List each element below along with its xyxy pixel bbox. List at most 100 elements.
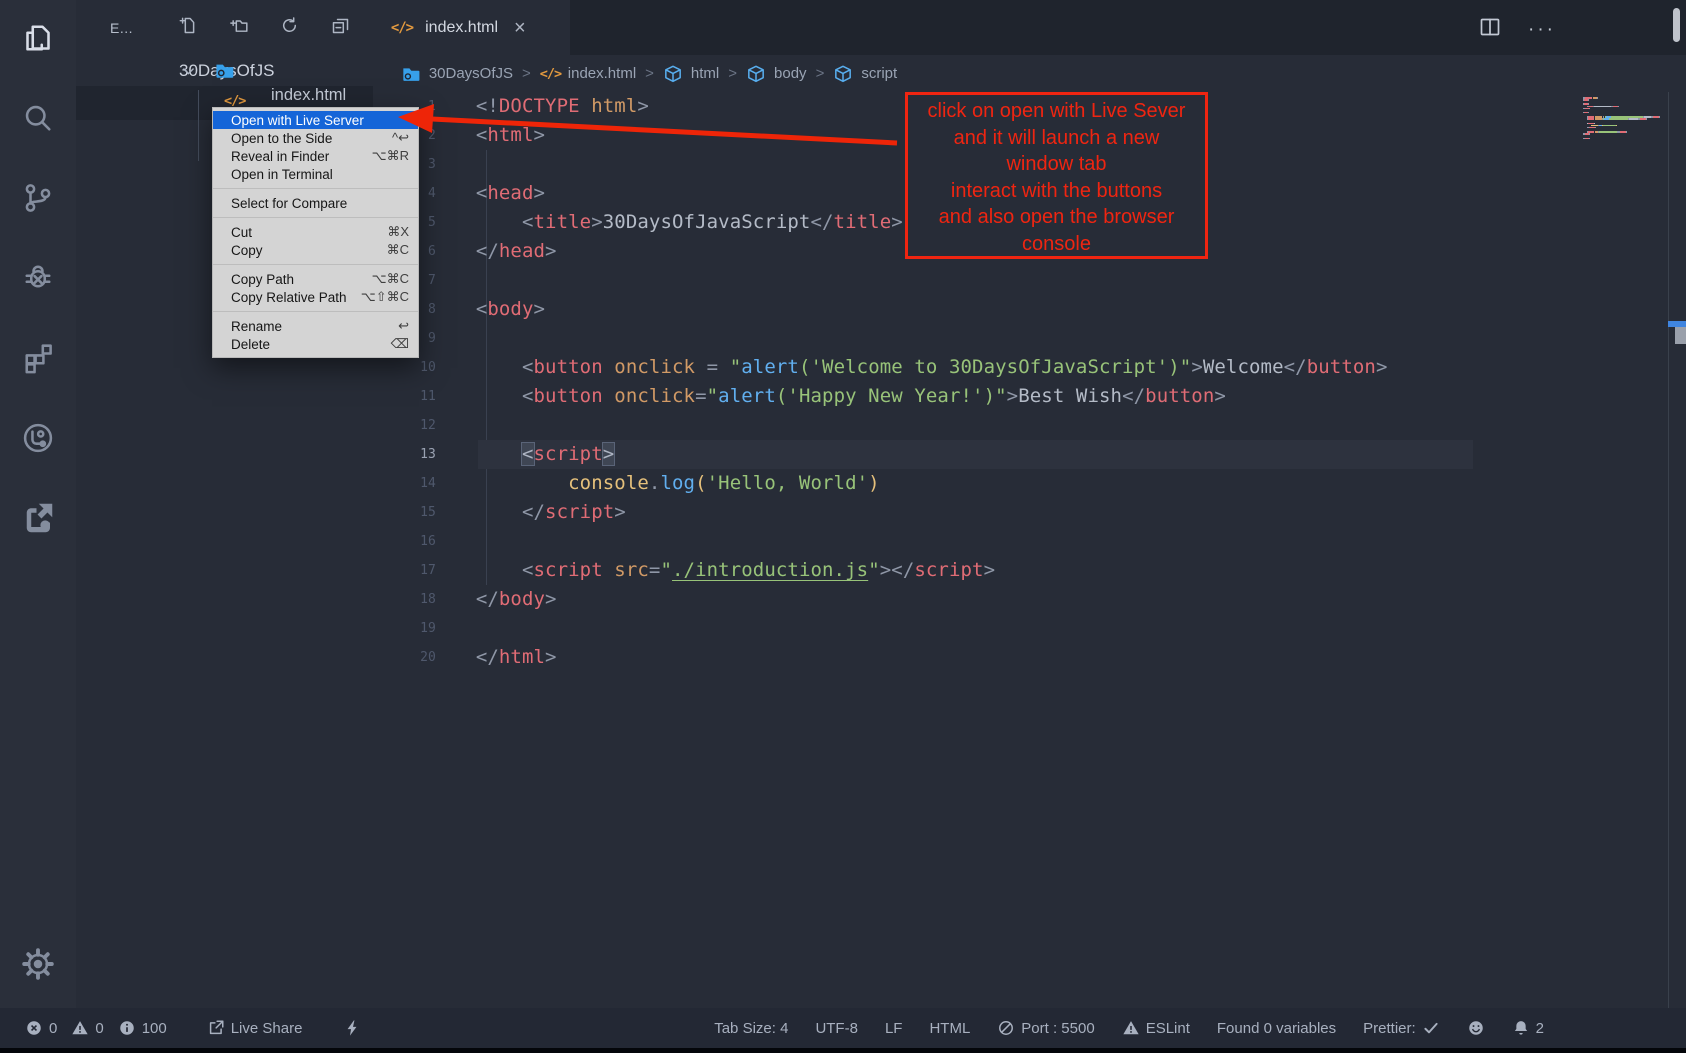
code-token: > (637, 95, 649, 117)
menu-item-shortcut: ^↩ (392, 130, 409, 146)
line-number[interactable]: 16 (373, 527, 436, 556)
menu-item-open-to-the-side[interactable]: Open to the Side^↩ (213, 129, 418, 147)
code-token: > (591, 211, 603, 233)
code-token: 'Hello, World' (707, 472, 869, 494)
code-line[interactable]: 10 <button onclick = "alert('Welcome to … (373, 353, 1686, 382)
close-icon[interactable]: × (514, 18, 526, 38)
share-arrow-icon[interactable] (16, 496, 60, 540)
status-label: HTML (929, 1020, 970, 1037)
status-item-prettier[interactable]: Prettier: (1363, 1019, 1440, 1037)
status-item-encoding[interactable]: UTF-8 (815, 1020, 858, 1037)
status-item-variables-found[interactable]: Found 0 variables (1217, 1020, 1336, 1037)
menu-separator (213, 311, 418, 312)
line-number[interactable]: 20 (373, 643, 436, 672)
export-icon (207, 1019, 225, 1037)
code-token: = (707, 356, 719, 378)
code-token: < (522, 385, 534, 407)
line-number[interactable]: 12 (373, 411, 436, 440)
code-token: </ (1122, 385, 1145, 407)
more-actions-icon[interactable]: ··· (1528, 19, 1556, 41)
status-item-eol[interactable]: LF (885, 1020, 903, 1037)
status-item-bolt[interactable] (344, 1019, 362, 1037)
status-item-language-mode[interactable]: HTML (929, 1020, 970, 1037)
status-item-infos[interactable]: 100 (118, 1019, 167, 1037)
status-item-warnings[interactable]: 0 (71, 1019, 103, 1037)
gear-icon[interactable] (16, 942, 60, 986)
breadcrumb-item[interactable]: body (746, 64, 807, 84)
code-line[interactable]: 19 (373, 614, 1686, 643)
menu-item-reveal-in-finder[interactable]: Reveal in Finder⌥⌘R (213, 147, 418, 165)
status-label: Port : 5500 (1021, 1020, 1094, 1037)
code-token: button (1145, 385, 1214, 407)
code-line[interactable]: 11 <button onclick="alert('Happy New Yea… (373, 382, 1686, 411)
status-item-notifications-bell[interactable]: 2 (1512, 1019, 1544, 1037)
menu-item-open-with-live-server[interactable]: Open with Live Server (213, 111, 418, 129)
breadcrumb-item[interactable]: html (663, 64, 719, 84)
tab-index-html[interactable]: </> index.html × (373, 0, 570, 55)
scrollbar-thumb[interactable] (1675, 327, 1686, 344)
menu-item-copy-path[interactable]: Copy Path⌥⌘C (213, 270, 418, 288)
code-token (580, 95, 592, 117)
line-number[interactable]: 18 (373, 585, 436, 614)
code-line[interactable]: 12 (373, 411, 1686, 440)
code-token: src (614, 559, 649, 581)
menu-item-copy-relative-path[interactable]: Copy Relative Path⌥⇧⌘C (213, 288, 418, 306)
code-line[interactable]: 8<body> (373, 295, 1686, 324)
menu-item-cut[interactable]: Cut⌘X (213, 223, 418, 241)
code-token (718, 356, 730, 378)
new-file-icon[interactable] (177, 15, 198, 41)
breadcrumb-item[interactable]: script (833, 64, 897, 84)
code-line[interactable]: 18</body> (373, 585, 1686, 614)
code-line[interactable]: 7 (373, 266, 1686, 295)
breadcrumb-item[interactable]: </>index.html (540, 64, 636, 84)
line-number[interactable]: 13 (373, 440, 436, 469)
debug-icon[interactable] (16, 256, 60, 300)
menu-item-open-in-terminal[interactable]: Open in Terminal (213, 165, 418, 183)
annotation-line: and also open the browser (908, 204, 1205, 231)
code-token: > (534, 124, 546, 146)
extensions-icon[interactable] (16, 336, 60, 380)
code-token: ( (695, 472, 707, 494)
line-number[interactable]: 17 (373, 556, 436, 585)
split-editor-icon[interactable] (1478, 15, 1502, 44)
menu-item-copy[interactable]: Copy⌘C (213, 241, 418, 259)
code-line[interactable]: 14 console.log('Hello, World') (373, 469, 1686, 498)
line-number[interactable]: 15 (373, 498, 436, 527)
chevron-down-icon[interactable] (180, 63, 197, 80)
menu-item-label: Copy Relative Path (231, 290, 347, 305)
code-line[interactable]: 16 (373, 527, 1686, 556)
code-line[interactable]: 20</html> (373, 643, 1686, 672)
folder-row-30daysofjs[interactable]: 30DaysOfJS (76, 55, 373, 86)
menu-item-label: Copy Path (231, 272, 294, 287)
menu-item-rename[interactable]: Rename↩ (213, 317, 418, 335)
refresh-icon[interactable] (279, 15, 300, 41)
status-item-eslint[interactable]: ESLint (1122, 1019, 1190, 1037)
code-token: ('Welcome to 30DaysOfJavaScript') (799, 356, 1180, 378)
status-item-feedback-smiley[interactable] (1467, 1019, 1485, 1037)
code-line[interactable]: 15 </script> (373, 498, 1686, 527)
code-line[interactable]: 13 <script> (373, 440, 1686, 469)
code-line[interactable]: 17 <script src="./introduction.js"></scr… (373, 556, 1686, 585)
status-item-tab-size[interactable]: Tab Size: 4 (714, 1020, 788, 1037)
search-icon[interactable] (16, 96, 60, 140)
breadcrumb-item[interactable]: 30DaysOfJS (401, 64, 513, 84)
annotation-line: window tab (908, 151, 1205, 178)
live-share-circle-icon[interactable] (16, 416, 60, 460)
code-line[interactable]: 9 (373, 324, 1686, 353)
collapse-all-icon[interactable] (330, 15, 351, 41)
status-item-errors[interactable]: 0 (25, 1019, 57, 1037)
explorer-icon[interactable] (16, 16, 60, 60)
minimap[interactable] (1583, 97, 1665, 140)
line-number[interactable]: 14 (373, 469, 436, 498)
code-token: " (660, 559, 672, 581)
new-folder-icon[interactable] (228, 15, 249, 41)
status-item-live-share[interactable]: Live Share (207, 1019, 303, 1037)
code-token: > (545, 646, 557, 668)
status-item-live-server-port[interactable]: Port : 5500 (997, 1019, 1094, 1037)
scrollbar-nub[interactable] (1673, 8, 1680, 42)
source-control-icon[interactable] (16, 176, 60, 220)
line-number[interactable]: 11 (373, 382, 436, 411)
line-number[interactable]: 19 (373, 614, 436, 643)
menu-item-select-for-compare[interactable]: Select for Compare (213, 194, 418, 212)
menu-item-delete[interactable]: Delete⌫ (213, 335, 418, 353)
